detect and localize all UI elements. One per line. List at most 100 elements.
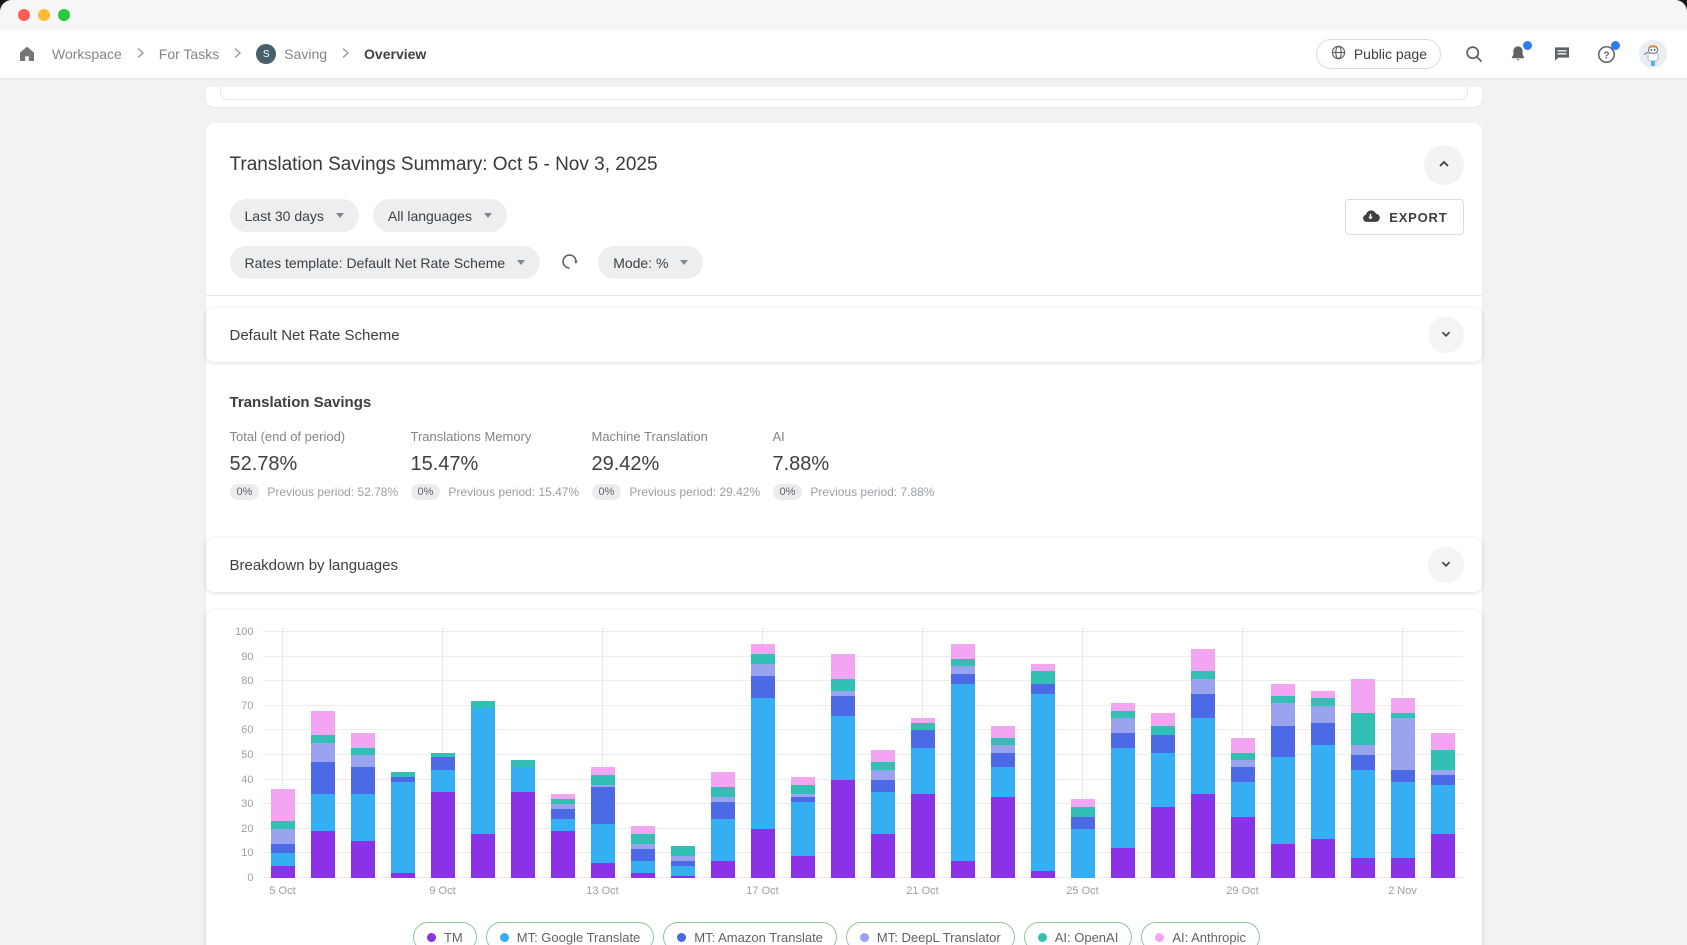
rate-scheme-panel[interactable]: Default Net Rate Scheme [206,308,1482,362]
bar-segment-mt-amazon-translate [991,753,1015,768]
legend-item-mt-google-translate[interactable]: MT: Google Translate [486,922,655,945]
bar-segment-tm [911,794,935,878]
bar-segment-mt-google-translate [631,861,655,873]
bar-segment-tm [1191,794,1215,878]
bar-segment-ai-openai [1071,807,1095,817]
close-window-button[interactable] [18,9,30,21]
bar-segment-tm [591,863,615,878]
chart-plot: 01020304050607080901005 Oct9 Oct13 Oct17… [263,632,1463,878]
collapse-card-button[interactable] [1424,145,1464,185]
stacked-bar [511,760,535,878]
bar-segment-mt-google-translate [591,824,615,863]
search-icon[interactable] [1463,43,1485,65]
bar-slot-21-oct: 21 Oct [903,632,943,878]
legend-item-mt-amazon-translate[interactable]: MT: Amazon Translate [663,922,837,945]
chat-icon[interactable] [1551,43,1573,65]
bar-segment-ai-anthropic [871,750,895,762]
bar-segment-tm [1391,858,1415,878]
bar-segment-mt-google-translate [1351,770,1375,859]
y-axis-tick-60: 60 [241,724,253,736]
bar-segment-ai-openai [911,723,935,730]
stacked-bar [1151,713,1175,878]
bar-segment-mt-amazon-translate [1191,694,1215,719]
user-avatar[interactable] [1639,40,1667,68]
breadcrumb-item-workspace[interactable]: Workspace [52,46,122,62]
bar-segment-mt-amazon-translate [1151,735,1175,752]
bar-segment-ai-anthropic [1351,679,1375,713]
bar-slot-20-oct [863,632,903,878]
bar-segment-tm [431,792,455,878]
mode-dropdown[interactable]: Mode: % [598,246,703,279]
refresh-button[interactable] [554,248,584,278]
legend-dot [427,933,436,942]
metric-total-end-of-period-: Total (end of period)52.78%0%Previous pe… [230,429,411,500]
bar-slot-16-oct [703,632,743,878]
x-axis-tick: 25 Oct [1066,885,1098,897]
bar-segment-mt-google-translate [351,794,375,841]
bar-segment-ai-openai [871,762,895,769]
bar-slot-2-nov: 2 Nov [1383,632,1423,878]
stacked-bar [1071,799,1095,878]
export-button[interactable]: EXPORT [1345,199,1463,235]
help-icon[interactable]: ? [1595,43,1617,65]
translation-savings-summary-card: Translation Savings Summary: Oct 5 - Nov… [206,123,1482,945]
bar-segment-ai-openai [1031,671,1055,683]
public-page-button[interactable]: Public page [1316,39,1441,69]
bar-segment-mt-amazon-translate [1391,770,1415,782]
breadcrumb-label: Saving [284,46,327,62]
bar-segment-tm [551,831,575,878]
breadcrumb-item-overview: Overview [364,46,426,62]
home-icon[interactable] [16,43,38,65]
bar-segment-mt-deepl-translator [1111,718,1135,733]
bar-segment-mt-google-translate [791,802,815,856]
y-axis-tick-50: 50 [241,749,253,761]
stacked-bar [591,767,615,878]
minimize-window-button[interactable] [38,9,50,21]
bar-slot-27-oct [1143,632,1183,878]
bar-segment-ai-openai [791,785,815,795]
bar-segment-ai-anthropic [791,777,815,784]
help-dot [1611,41,1620,50]
notification-dot [1523,41,1532,50]
breakdown-panel[interactable]: Breakdown by languages [206,538,1482,592]
legend-item-tm[interactable]: TM [413,922,477,945]
chevron-down-icon [484,213,492,218]
bar-segment-ai-openai [1271,696,1295,703]
bar-segment-tm [511,792,535,878]
bar-segment-ai-anthropic [591,767,615,774]
bar-segment-mt-google-translate [871,792,895,834]
breadcrumb: Workspace For Tasks SSaving Overview [16,43,426,65]
rates-template-dropdown[interactable]: Rates template: Default Net Rate Scheme [230,246,541,279]
stacked-bar [991,726,1015,878]
legend-item-ai-anthropic[interactable]: AI: Anthropic [1141,922,1260,945]
bar-segment-tm [351,841,375,878]
metric-previous-text: Previous period: 29.42% [629,485,760,499]
legend-item-ai-openai[interactable]: AI: OpenAI [1024,922,1133,945]
expand-rate-scheme-button[interactable] [1428,317,1464,353]
bar-segment-tm [791,856,815,878]
breadcrumb-item-for-tasks[interactable]: For Tasks [159,46,219,62]
bar-segment-ai-anthropic [1071,799,1095,806]
cloud-download-icon [1361,206,1380,228]
legend-dot [1155,933,1164,942]
languages-dropdown[interactable]: All languages [373,199,507,232]
bar-segment-mt-amazon-translate [911,730,935,747]
bar-segment-mt-amazon-translate [551,809,575,819]
legend-item-mt-deepl-translator[interactable]: MT: DeepL Translator [846,922,1015,945]
expand-breakdown-button[interactable] [1428,547,1464,583]
breadcrumb-item-saving[interactable]: SSaving [256,44,327,64]
metric-label: Translations Memory [411,429,592,444]
notifications-bell-icon[interactable] [1507,43,1529,65]
bar-segment-ai-anthropic [311,711,335,736]
bar-segment-mt-google-translate [711,819,735,861]
bar-segment-tm [1311,839,1335,878]
bar-segment-mt-amazon-translate [1351,755,1375,770]
bar-segment-mt-deepl-translator [311,743,335,763]
metric-delta-badge: 0% [411,484,441,500]
chevron-down-icon [517,260,525,265]
stacked-bar [671,846,695,878]
date-range-dropdown[interactable]: Last 30 days [230,199,359,232]
zoom-window-button[interactable] [58,9,70,21]
bar-segment-mt-google-translate [671,866,695,876]
stacked-bar [831,654,855,878]
